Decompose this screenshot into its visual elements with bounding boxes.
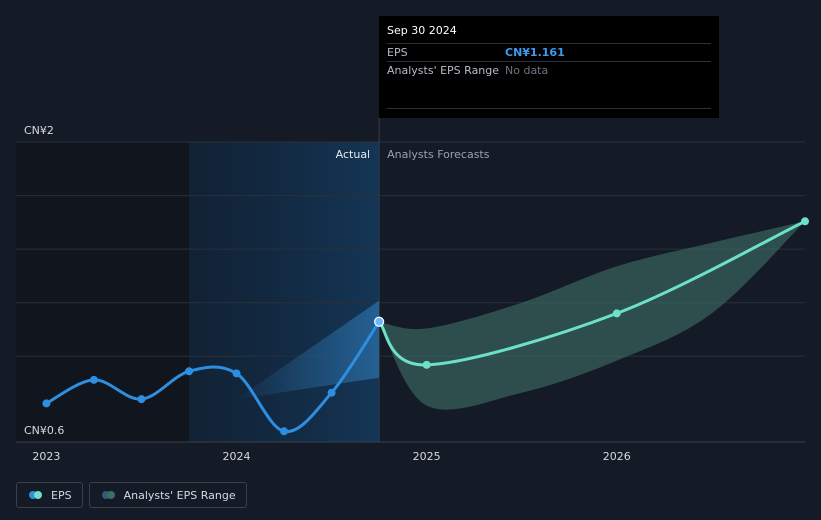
forecast-eps-point-3 [801, 217, 809, 226]
tooltip-eps-row: EPS CN¥1.161 [387, 43, 711, 61]
chart-regions [16, 142, 380, 442]
forecast-section-label: Analysts Forecasts [387, 148, 490, 161]
actual-region-shade [189, 142, 380, 442]
tooltip-eps-value: CN¥1.161 [505, 46, 565, 59]
actual-eps-point-3 [185, 367, 194, 376]
x-tick-label-2026: 2026 [603, 450, 631, 463]
x-tick-label-2023: 2023 [32, 450, 60, 463]
eps-tooltip: Sep 30 2024 EPS CN¥1.161 Analysts' EPS R… [379, 16, 719, 118]
tooltip-divider [387, 108, 711, 109]
tooltip-eps-label: EPS [387, 46, 408, 59]
actual-section-label: Actual [336, 148, 370, 161]
actual-eps-point-0 [42, 399, 51, 408]
legend-range-label: Analysts' EPS Range [123, 488, 236, 502]
tooltip-range-label: Analysts' EPS Range [387, 64, 500, 77]
tooltip-range-row: Analysts' EPS Range No data [387, 61, 711, 79]
eps-range-series-icon [101, 491, 116, 499]
actual-eps-point-1 [89, 375, 98, 384]
forecast-eps-point-2 [612, 309, 621, 318]
legend-eps-toggle[interactable]: EPS [16, 482, 83, 508]
actual-eps-point-2 [137, 395, 146, 404]
x-tick-label-2025: 2025 [413, 450, 441, 463]
legend-eps-label: EPS [51, 488, 72, 502]
actual-eps-point-6 [327, 388, 336, 397]
pre-actual-region [16, 142, 190, 442]
chart-legend: EPS Analysts' EPS Range [16, 482, 247, 508]
eps-series-icon [29, 491, 43, 499]
eps-chart-panel: CN¥2 CN¥0.6 2023 2024 2025 2026 Actual Analysts… [0, 0, 821, 520]
y-axis-top-label: CN¥2 [24, 124, 54, 137]
y-axis-bottom-label: CN¥0.6 [24, 424, 64, 437]
actual-eps-point-5 [280, 427, 289, 436]
actual-eps-point-4 [232, 369, 241, 378]
forecast-eps-point-1 [422, 360, 431, 369]
x-tick-label-2024: 2024 [223, 450, 251, 463]
actual-eps-point-7 [374, 316, 385, 327]
tooltip-range-value: No data [505, 64, 549, 77]
tooltip-date: Sep 30 2024 [387, 24, 457, 37]
legend-range-toggle[interactable]: Analysts' EPS Range [88, 482, 247, 508]
